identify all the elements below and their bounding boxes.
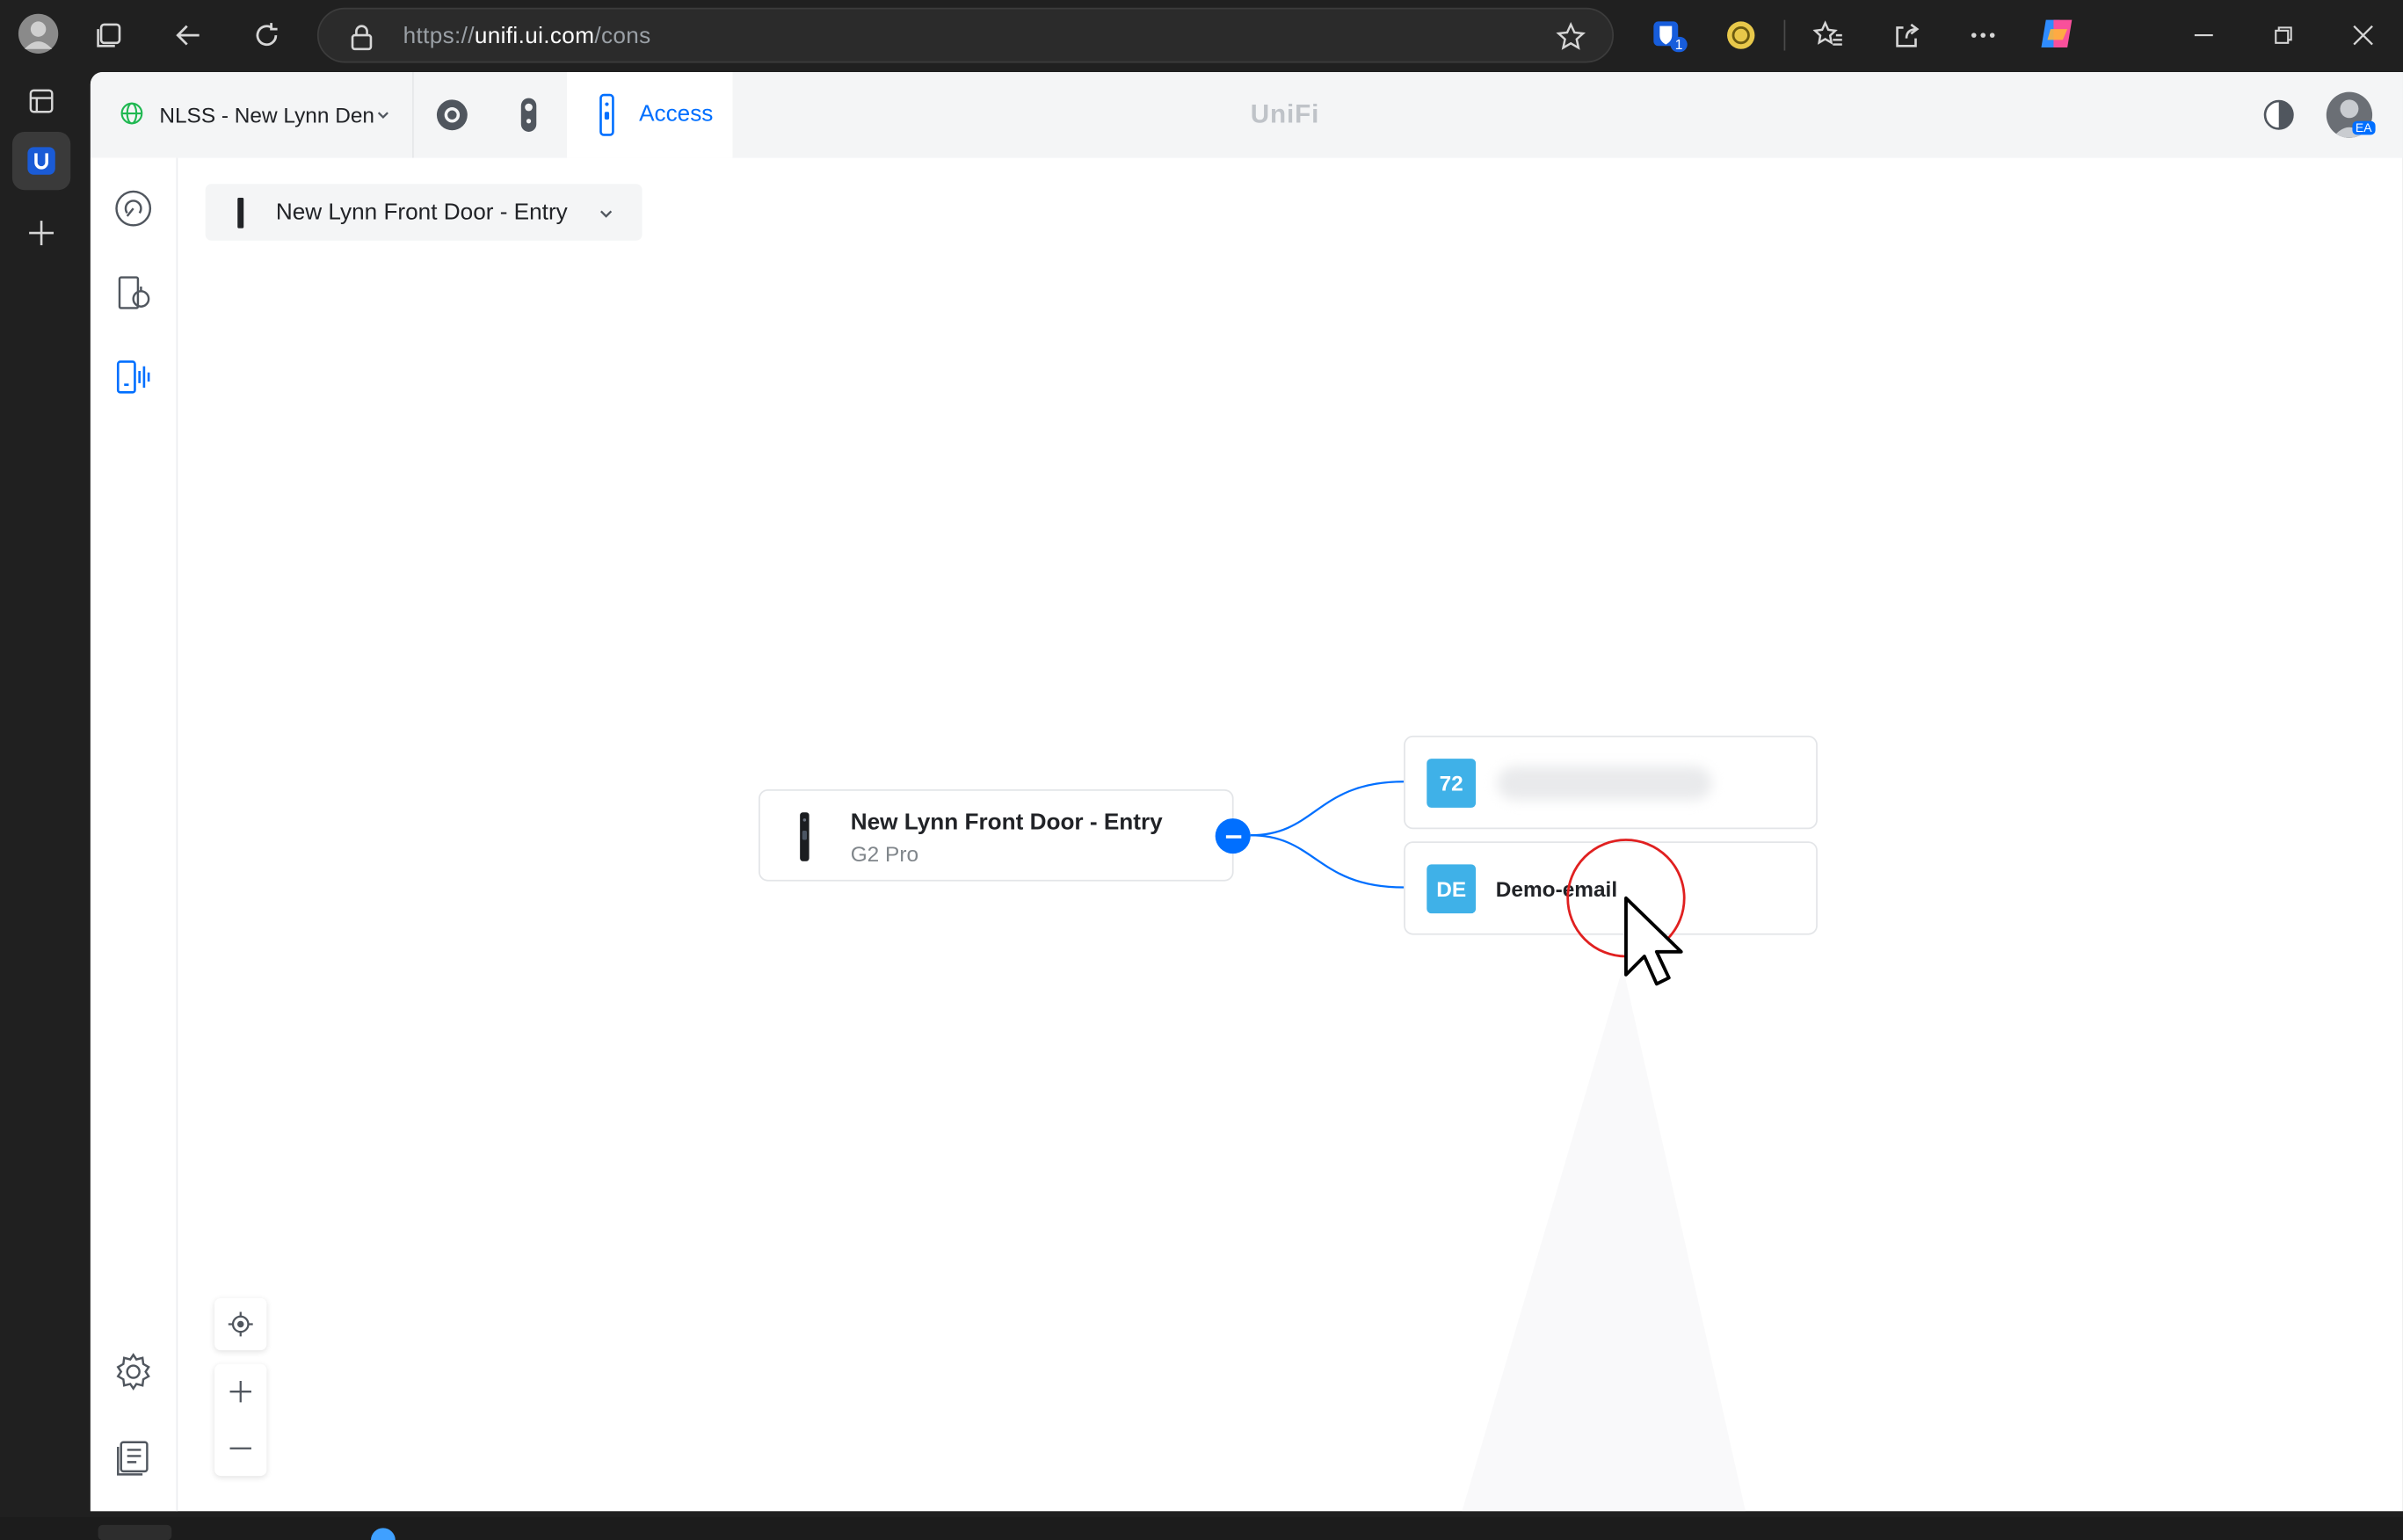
share-icon[interactable] [1885, 14, 1928, 57]
unifi-tab-icon [27, 147, 55, 175]
cursor-highlight [1566, 839, 1686, 986]
user-node-card[interactable]: 72 [1404, 735, 1818, 830]
bitwarden-extension-icon[interactable]: 1 [1646, 14, 1689, 57]
recenter-control[interactable] [214, 1297, 267, 1351]
user-badge: DE [1427, 864, 1477, 914]
screen: https://unifi.ui.com/cons 1 NLSS - New L… [0, 0, 2403, 1540]
topology-connectors [1250, 781, 1746, 1512]
taskbar-app-icon[interactable] [370, 1528, 396, 1540]
zoom-in-plus-icon[interactable] [227, 1377, 254, 1405]
g2-pro-reader-icon [800, 812, 809, 861]
zoom-control [214, 1363, 267, 1477]
workspaces-icon[interactable] [87, 14, 130, 57]
new-tab-plus-icon[interactable] [12, 204, 70, 262]
unifi-app: NLSS - New Lynn Den Access UniFi EA New … [90, 71, 2403, 1512]
zoom-out-minus-icon[interactable] [227, 1435, 254, 1462]
taskbar [0, 1517, 2403, 1540]
user-badge: 72 [1427, 759, 1477, 808]
toolbar-divider [1783, 19, 1786, 51]
minus-icon [1225, 834, 1241, 838]
device-model: G2 Pro [850, 841, 919, 867]
taskbar-button[interactable] [98, 1524, 172, 1540]
copilot-icon[interactable] [2036, 12, 2079, 55]
extension-coin-icon[interactable] [1719, 14, 1762, 57]
back-arrow-icon[interactable] [167, 14, 210, 57]
locate-crosshair-icon [228, 1311, 253, 1337]
redacted-user-name [1497, 766, 1712, 801]
url-text: https://unifi.ui.com/cons [403, 23, 651, 49]
device-name: New Lynn Front Door - Entry [850, 809, 1163, 836]
lock-icon [351, 25, 373, 51]
restore-icon[interactable] [2262, 14, 2305, 57]
address-bar[interactable]: https://unifi.ui.com/cons [316, 7, 1615, 63]
extension-badge: 1 [1670, 36, 1688, 53]
browser-toolbar: https://unifi.ui.com/cons 1 [0, 0, 2403, 71]
favorites-icon[interactable] [1807, 14, 1850, 57]
tab-unifi[interactable] [11, 131, 71, 191]
minimize-icon[interactable] [2182, 14, 2225, 57]
device-node-card[interactable]: New Lynn Front Door - Entry G2 Pro [759, 788, 1234, 882]
collapse-node-button[interactable] [1215, 818, 1251, 854]
tab-actions-icon[interactable] [12, 72, 70, 130]
more-options-icon[interactable] [1962, 14, 2005, 57]
favorite-star-icon[interactable] [1556, 21, 1586, 52]
browser-profile-avatar[interactable] [17, 12, 60, 55]
refresh-icon[interactable] [245, 14, 288, 57]
close-icon[interactable] [2341, 14, 2385, 57]
